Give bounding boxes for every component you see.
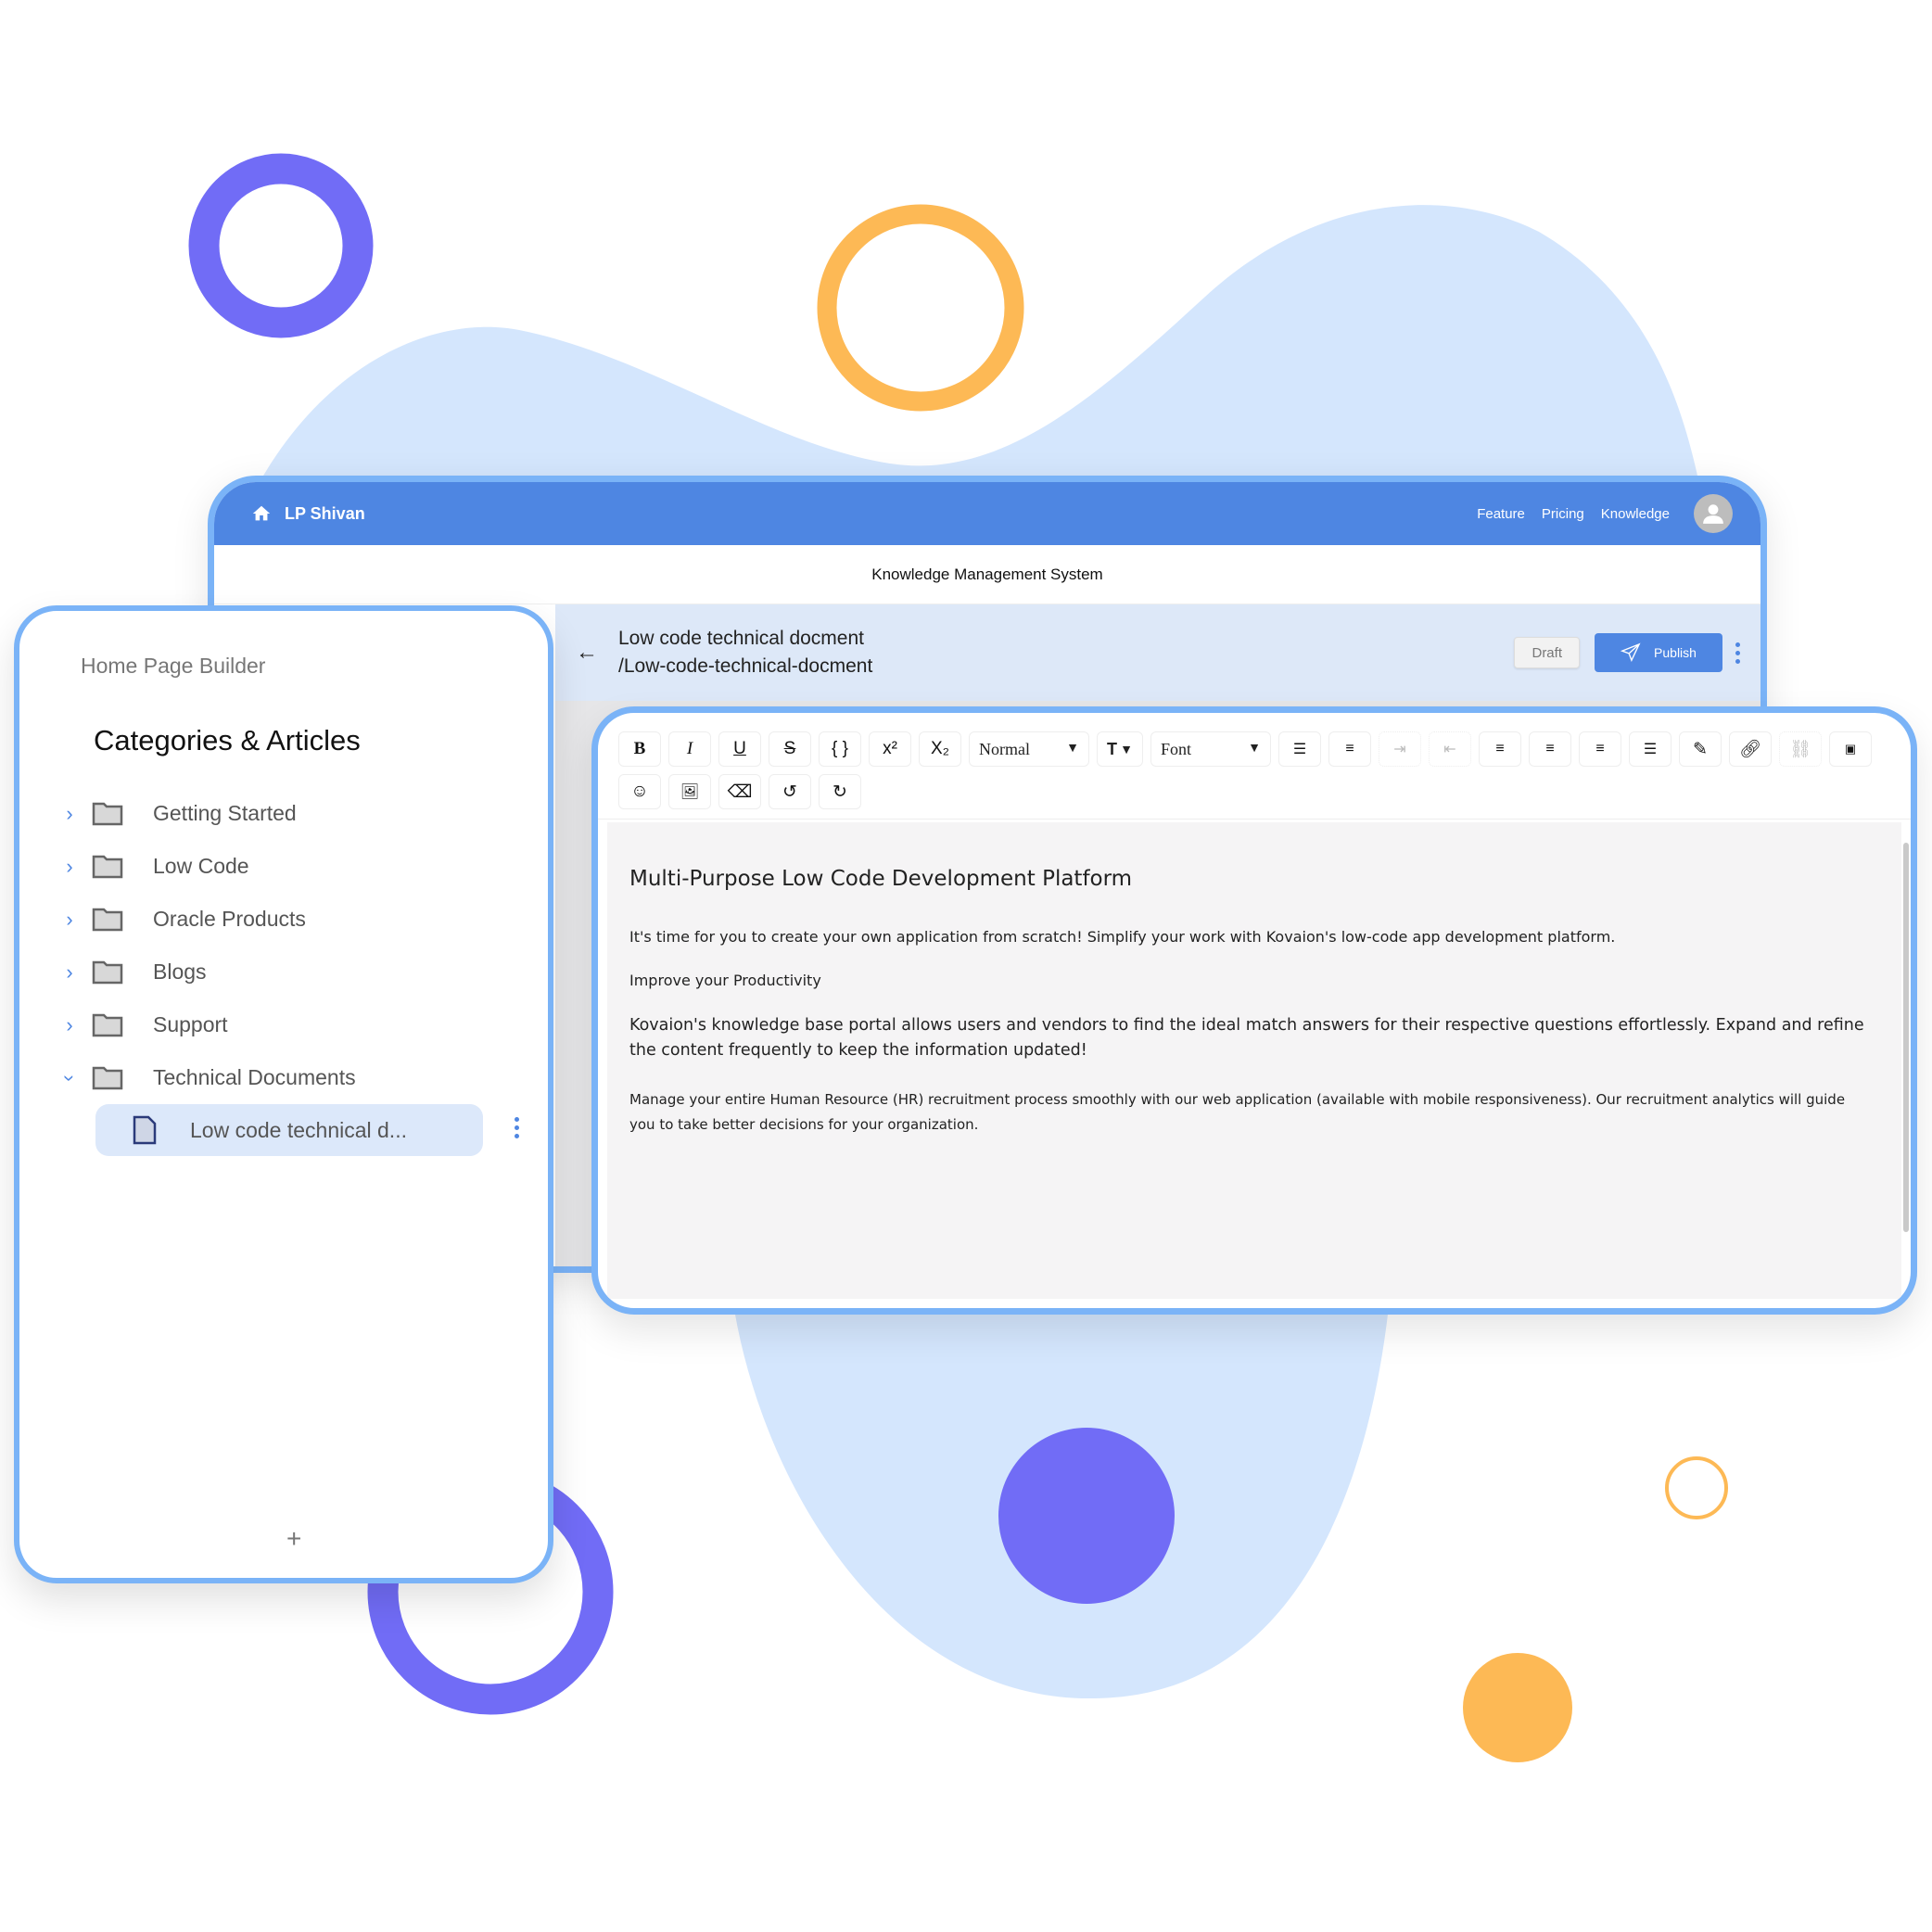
- category-blogs[interactable]: › Blogs: [57, 946, 539, 998]
- nav-pricing[interactable]: Pricing: [1542, 506, 1584, 522]
- bullet-list-button[interactable]: ☰: [1278, 731, 1321, 767]
- link-icon[interactable]: 🔗︎: [1729, 731, 1772, 767]
- editor-toolbar: B I U S { } x² X₂ Normal ▼ T ▼ Font ▼ ☰ ≡ ⇥…: [618, 731, 1883, 817]
- underline-button[interactable]: U: [718, 731, 761, 767]
- document-icon: [133, 1115, 157, 1145]
- ordered-list-button[interactable]: ≡: [1328, 731, 1371, 767]
- folder-icon: [92, 960, 123, 984]
- indent-button[interactable]: ⇥: [1379, 731, 1421, 767]
- category-low-code[interactable]: › Low Code: [57, 840, 539, 893]
- add-category-button[interactable]: +: [286, 1524, 301, 1554]
- html-source-icon[interactable]: ▣: [1829, 731, 1872, 767]
- superscript-button[interactable]: x²: [869, 731, 911, 767]
- font-select[interactable]: Font ▼: [1150, 731, 1271, 767]
- emoji-icon[interactable]: ☺: [618, 774, 661, 809]
- editor-scrollbar[interactable]: [1903, 843, 1909, 1232]
- align-left-button[interactable]: ≡: [1479, 731, 1521, 767]
- chevron-right-icon[interactable]: ›: [57, 960, 83, 985]
- paper-plane-icon: [1621, 642, 1641, 663]
- clear-format-icon[interactable]: ⌫: [718, 774, 761, 809]
- format-select[interactable]: Normal ▼: [969, 731, 1089, 767]
- draft-button[interactable]: Draft: [1514, 637, 1580, 668]
- document-slug: /Low-code-technical-docment: [618, 655, 873, 677]
- content-paragraph: It's time for you to create your own app…: [629, 928, 1616, 946]
- strikethrough-button[interactable]: S: [769, 731, 811, 767]
- orange-ring-top: [817, 204, 1024, 412]
- article-item-selected[interactable]: Low code technical d...: [95, 1104, 519, 1156]
- document-header: ← Low code technical docment /Low-code-t…: [555, 604, 1760, 701]
- content-heading: Multi-Purpose Low Code Development Platf…: [629, 867, 1133, 891]
- purple-dot: [998, 1428, 1175, 1604]
- folder-icon: [92, 802, 123, 825]
- publish-label: Publish: [1654, 645, 1697, 660]
- orange-ring-small: [1665, 1456, 1728, 1519]
- category-support[interactable]: › Support: [57, 998, 539, 1051]
- align-center-button[interactable]: ≡: [1529, 731, 1571, 767]
- folder-icon: [92, 1013, 123, 1036]
- caret-down-icon: ▼: [1120, 742, 1133, 756]
- bold-button[interactable]: B: [618, 731, 661, 767]
- category-getting-started[interactable]: › Getting Started: [57, 787, 539, 840]
- caret-down-icon: ▼: [1066, 742, 1079, 756]
- panel-title: Categories & Articles: [94, 724, 361, 756]
- undo-icon[interactable]: ↺: [769, 774, 811, 809]
- system-title: Knowledge Management System: [214, 545, 1760, 604]
- nav-feature[interactable]: Feature: [1477, 506, 1525, 522]
- folder-icon: [92, 855, 123, 878]
- folder-icon: [92, 1066, 123, 1089]
- category-technical-documents[interactable]: › Technical Documents: [57, 1051, 539, 1104]
- purple-ring-top: [188, 153, 374, 338]
- category-tree: › Getting Started › Low Code › Oracle Pr…: [57, 787, 539, 1156]
- redo-icon[interactable]: ↻: [819, 774, 861, 809]
- chevron-right-icon[interactable]: ›: [57, 855, 83, 879]
- brand-name[interactable]: LP Shivan: [285, 504, 365, 524]
- rich-text-editor: B I U S { } x² X₂ Normal ▼ T ▼ Font ▼ ☰ ≡ ⇥…: [591, 706, 1917, 1315]
- toolbar-divider: [598, 819, 1911, 820]
- chevron-right-icon[interactable]: ›: [57, 802, 83, 826]
- content-paragraph: Manage your entire Human Resource (HR) r…: [629, 1091, 1846, 1133]
- nav-knowledge[interactable]: Knowledge: [1601, 506, 1670, 522]
- align-justify-button[interactable]: ☰: [1629, 731, 1671, 767]
- subscript-button[interactable]: X₂: [919, 731, 961, 767]
- top-navbar: LP Shivan Feature Pricing Knowledge: [214, 482, 1760, 545]
- content-paragraph: Kovaion's knowledge base portal allows u…: [629, 1016, 1864, 1060]
- breadcrumb[interactable]: Home Page Builder: [81, 654, 265, 679]
- category-oracle-products[interactable]: › Oracle Products: [57, 893, 539, 946]
- user-avatar-icon[interactable]: [1694, 494, 1733, 533]
- unlink-icon[interactable]: ⛓︎: [1779, 731, 1822, 767]
- article-kebab-icon[interactable]: [515, 1117, 519, 1138]
- document-title: Low code technical docment: [618, 628, 864, 649]
- content-paragraph: Improve your Productivity: [629, 972, 821, 989]
- folder-icon: [92, 908, 123, 931]
- text-size-select[interactable]: T ▼: [1097, 731, 1143, 767]
- color-picker-icon[interactable]: ✎: [1679, 731, 1722, 767]
- publish-button[interactable]: Publish: [1595, 633, 1722, 672]
- align-right-button[interactable]: ≡: [1579, 731, 1621, 767]
- outdent-button[interactable]: ⇤: [1429, 731, 1471, 767]
- code-block-button[interactable]: { }: [819, 731, 861, 767]
- home-icon[interactable]: [251, 503, 272, 524]
- kebab-icon[interactable]: [1735, 642, 1740, 664]
- image-icon[interactable]: 🖼︎: [668, 774, 711, 809]
- caret-down-icon: ▼: [1248, 742, 1261, 756]
- italic-button[interactable]: I: [668, 731, 711, 767]
- categories-panel: Home Page Builder Categories & Articles …: [14, 605, 553, 1583]
- chevron-right-icon[interactable]: ›: [57, 1013, 83, 1037]
- chevron-down-icon[interactable]: ›: [57, 1065, 82, 1091]
- editor-content[interactable]: Multi-Purpose Low Code Development Platf…: [607, 822, 1901, 1299]
- orange-dot: [1463, 1653, 1572, 1762]
- arrow-left-icon[interactable]: ←: [576, 640, 598, 666]
- chevron-right-icon[interactable]: ›: [57, 908, 83, 932]
